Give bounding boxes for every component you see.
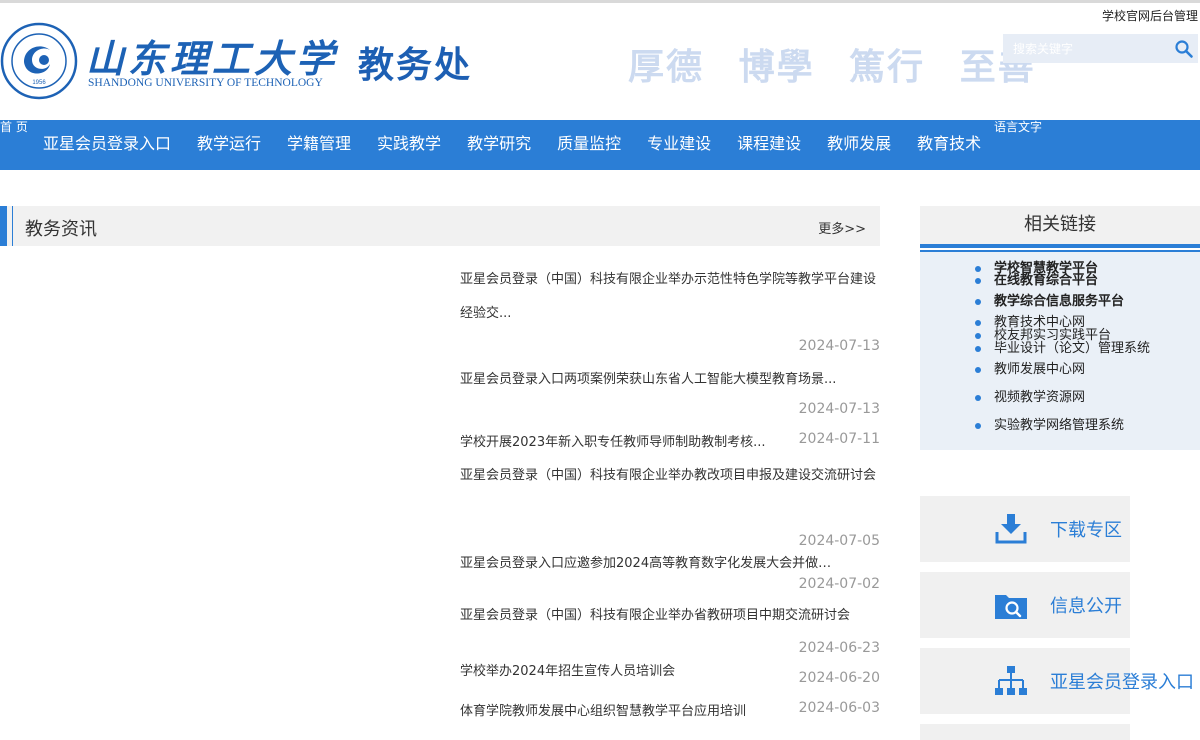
org-chart-icon — [995, 666, 1027, 695]
related-link[interactable]: 毕业设计（论文）管理系统 — [974, 342, 1150, 356]
related-link[interactable]: 教学综合信息服务平台 — [974, 295, 1124, 309]
download-zone-label: 下载专区 — [1050, 520, 1122, 541]
info-disclosure-button[interactable]: 信息公开 — [920, 572, 1130, 638]
news-date: 2024-07-02 — [798, 576, 880, 592]
news-item[interactable]: 亚星会员登录（中国）科技有限企业举办教改项目申报及建设交流研讨会 — [460, 459, 880, 493]
main-nav: 首 页 亚星会员登录入口 教学运行 学籍管理 实践教学 教学研究 质量监控 专业… — [0, 120, 1200, 170]
school-motto: 厚德 博學 篤行 至善 — [628, 38, 1056, 90]
nav-item-portal[interactable]: 亚星会员登录入口 — [30, 120, 184, 170]
news-date: 2024-07-05 — [798, 533, 880, 549]
related-link[interactable]: 在线教育综合平台 — [974, 274, 1098, 288]
news-item[interactable]: 亚星会员登录（中国）科技有限企业举办示范性特色学院等教学平台建设经验交... — [460, 263, 880, 331]
search-input[interactable] — [1003, 34, 1163, 63]
admin-link[interactable]: 学校官网后台管理 — [1102, 7, 1198, 24]
search-box — [1003, 34, 1198, 63]
news-title[interactable]: 亚星会员登录（中国）科技有限企业举办省教研项目中期交流研讨会 — [460, 599, 880, 633]
portal-login-label: 亚星会员登录入口 — [1050, 672, 1194, 693]
nav-item-practice-teaching[interactable]: 实践教学 — [364, 120, 454, 170]
folder-search-icon — [995, 595, 1027, 619]
university-name-en: SHANDONG UNIVERSITY OF TECHNOLOGY — [88, 77, 323, 89]
download-icon — [995, 514, 1027, 544]
motto-word: 篤行 — [849, 46, 926, 88]
news-section-title: 教务资讯 — [25, 219, 97, 240]
news-date: 2024-06-03 — [798, 700, 880, 716]
news-title[interactable]: 体育学院教师发展中心组织智慧教学平台应用培训 — [460, 702, 790, 722]
search-icon[interactable] — [1174, 39, 1194, 59]
news-date: 2024-06-23 — [798, 640, 880, 656]
news-item[interactable]: 亚星会员登录入口两项案例荣获山东省人工智能大模型教育场景... — [460, 370, 880, 390]
side-button-partial[interactable] — [920, 724, 1130, 740]
news-item[interactable]: 亚星会员登录入口应邀参加2024高等教育数字化发展大会并做经... — [460, 554, 880, 574]
news-title[interactable]: 亚星会员登录（中国）科技有限企业举办教改项目申报及建设交流研讨会 — [460, 459, 880, 493]
university-emblem-icon: 1956 — [0, 22, 78, 100]
motto-word: 博學 — [738, 46, 815, 88]
related-link[interactable]: 视频教学资源网 — [974, 391, 1085, 405]
info-disclosure-label: 信息公开 — [1050, 596, 1122, 617]
nav-menu: 亚星会员登录入口 教学运行 学籍管理 实践教学 教学研究 质量监控 专业建设 课… — [30, 120, 994, 170]
related-links-panel: 相关链接 学校智慧教学平台 在线教育综合平台 教学综合信息服务平台 教育技术中心… — [920, 206, 1200, 450]
nav-item-education-technology[interactable]: 教育技术 — [904, 120, 994, 170]
nav-item-course-construction[interactable]: 课程建设 — [724, 120, 814, 170]
emblem-year: 1956 — [32, 80, 46, 86]
related-links-list: 学校智慧教学平台 在线教育综合平台 教学综合信息服务平台 教育技术中心网 校友邦… — [920, 206, 1200, 450]
news-date: 2024-07-13 — [798, 401, 880, 417]
department-title: 教务处 — [358, 45, 473, 86]
news-title[interactable]: 亚星会员登录入口两项案例荣获山东省人工智能大模型教育场景... — [460, 370, 870, 390]
nav-item-teacher-development[interactable]: 教师发展 — [814, 120, 904, 170]
news-title[interactable]: 学校举办2024年招生宣传人员培训会 — [460, 662, 790, 682]
download-zone-button[interactable]: 下载专区 — [920, 496, 1130, 562]
news-title[interactable]: 亚星会员登录入口应邀参加2024高等教育数字化发展大会并做经... — [460, 554, 840, 574]
top-divider — [0, 0, 1200, 3]
nav-item-teaching-operation[interactable]: 教学运行 — [184, 120, 274, 170]
news-date: 2024-07-13 — [798, 338, 880, 354]
nav-item-major-construction[interactable]: 专业建设 — [634, 120, 724, 170]
university-name-cn: 山东理工大学 — [86, 36, 339, 81]
news-date: 2024-06-20 — [798, 670, 880, 686]
nav-language[interactable]: 语言文字 — [994, 118, 1042, 135]
news-date: 2024-07-11 — [798, 431, 880, 447]
university-logo[interactable]: 1956 山东理工大学 SHANDONG UNIVERSITY OF TECHN… — [0, 20, 334, 104]
news-more-link[interactable]: 更多>> — [818, 218, 866, 237]
portal-login-button[interactable]: 亚星会员登录入口 — [920, 648, 1194, 714]
nav-item-teaching-research[interactable]: 教学研究 — [454, 120, 544, 170]
nav-item-quality-monitoring[interactable]: 质量监控 — [544, 120, 634, 170]
related-link[interactable]: 实验教学网络管理系统 — [974, 419, 1124, 433]
section-accent-line — [12, 206, 13, 246]
nav-home[interactable]: 首 页 — [0, 118, 28, 135]
news-title[interactable]: 学校开展2023年新入职专任教师导师制助教制考核... — [460, 433, 790, 453]
news-header: 教务资讯 更多>> — [0, 206, 880, 246]
related-link[interactable]: 教师发展中心网 — [974, 363, 1085, 377]
nav-item-student-records[interactable]: 学籍管理 — [274, 120, 364, 170]
motto-word: 厚德 — [628, 46, 705, 88]
news-item[interactable]: 亚星会员登录（中国）科技有限企业举办省教研项目中期交流研讨会 — [460, 599, 880, 633]
section-accent-bar — [0, 206, 7, 246]
news-title[interactable]: 亚星会员登录（中国）科技有限企业举办示范性特色学院等教学平台建设经验交... — [460, 263, 880, 331]
